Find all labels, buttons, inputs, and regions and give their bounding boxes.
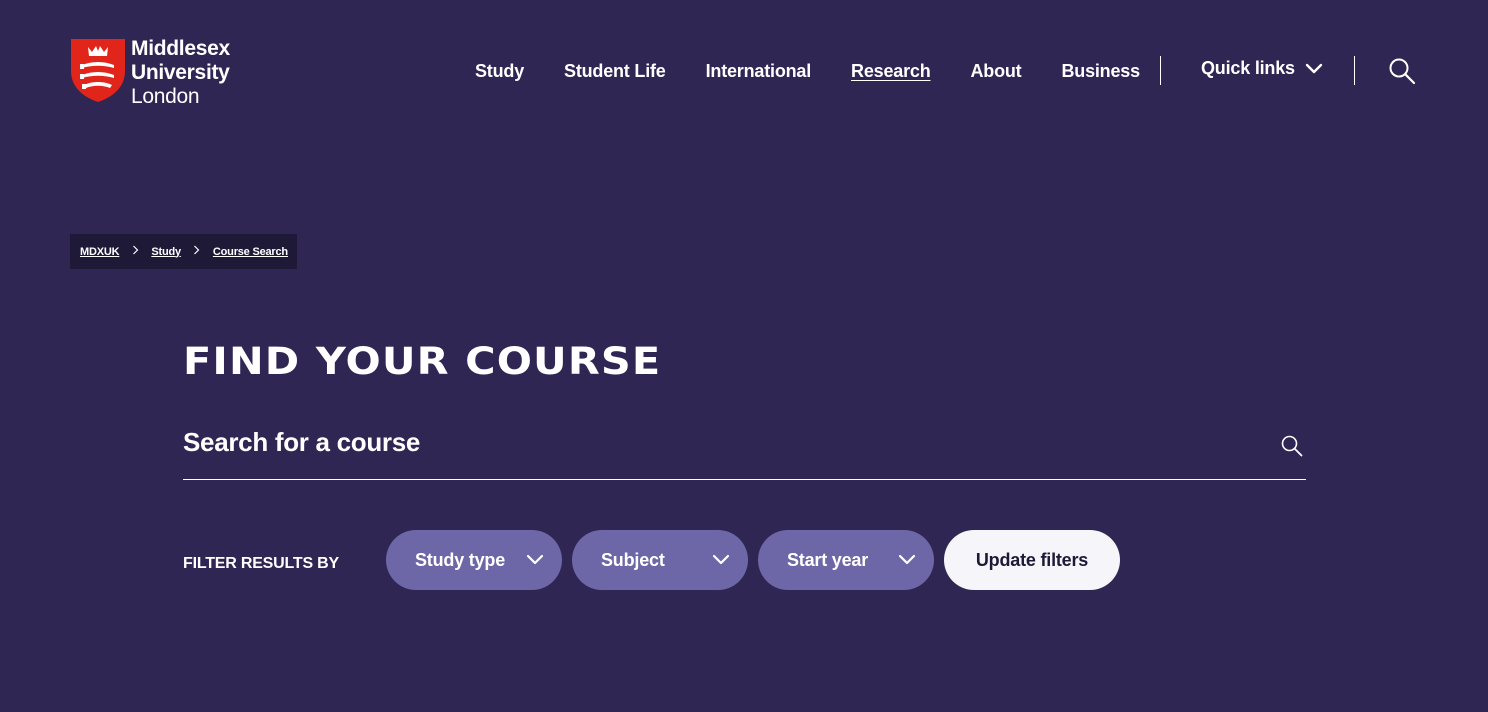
- university-name-line1: Middlesex: [131, 37, 230, 60]
- university-name-line2: University: [131, 61, 230, 84]
- filter-subject[interactable]: Subject: [572, 530, 748, 590]
- nav-international[interactable]: International: [706, 61, 812, 82]
- main-navigation: Study Student Life International Researc…: [475, 58, 1180, 84]
- search-icon: [1281, 435, 1303, 457]
- nav-business[interactable]: Business: [1061, 61, 1140, 82]
- page-title: FIND YOUR COURSE: [183, 340, 662, 383]
- filter-study-type[interactable]: Study type: [386, 530, 562, 590]
- university-name-line3: London: [131, 85, 200, 108]
- quick-links-menu[interactable]: Quick links: [1201, 58, 1323, 79]
- update-filters-button[interactable]: Update filters: [944, 530, 1120, 590]
- chevron-right-icon: [119, 245, 151, 258]
- shield-logo-icon: [71, 39, 125, 102]
- breadcrumb: MDXUK Study Course Search: [70, 234, 297, 269]
- breadcrumb-home[interactable]: MDXUK: [80, 246, 120, 258]
- nav-divider: [1354, 56, 1355, 85]
- chevron-right-icon: [181, 245, 213, 258]
- quick-links-label: Quick links: [1201, 58, 1295, 78]
- chevron-down-icon: [712, 554, 730, 565]
- chevron-down-icon: [526, 554, 544, 565]
- nav-study[interactable]: Study: [475, 61, 524, 82]
- nav-student-life[interactable]: Student Life: [564, 61, 666, 82]
- breadcrumb-course-search[interactable]: Course Search: [213, 246, 288, 258]
- filter-start-year-label: Start year: [787, 549, 869, 570]
- nav-research[interactable]: Research: [851, 61, 931, 82]
- breadcrumb-study[interactable]: Study: [151, 246, 181, 258]
- course-search-input[interactable]: [183, 420, 1263, 464]
- nav-about[interactable]: About: [970, 61, 1021, 82]
- nav-divider: [1160, 56, 1161, 85]
- university-name: Middlesex University London: [131, 37, 230, 109]
- course-search-box: [183, 420, 1306, 480]
- chevron-down-icon: [1305, 63, 1323, 73]
- course-search-button[interactable]: [1280, 434, 1304, 458]
- university-logo[interactable]: Middlesex University London: [70, 37, 230, 109]
- filter-study-type-label: Study type: [415, 549, 506, 570]
- filter-start-year[interactable]: Start year: [758, 530, 934, 590]
- filter-label: FILTER RESULTS BY: [183, 555, 340, 572]
- chevron-down-icon: [898, 554, 916, 565]
- filter-subject-label: Subject: [601, 549, 665, 570]
- page: Middlesex University London Study Studen…: [0, 0, 1488, 712]
- search-icon[interactable]: [1388, 57, 1416, 85]
